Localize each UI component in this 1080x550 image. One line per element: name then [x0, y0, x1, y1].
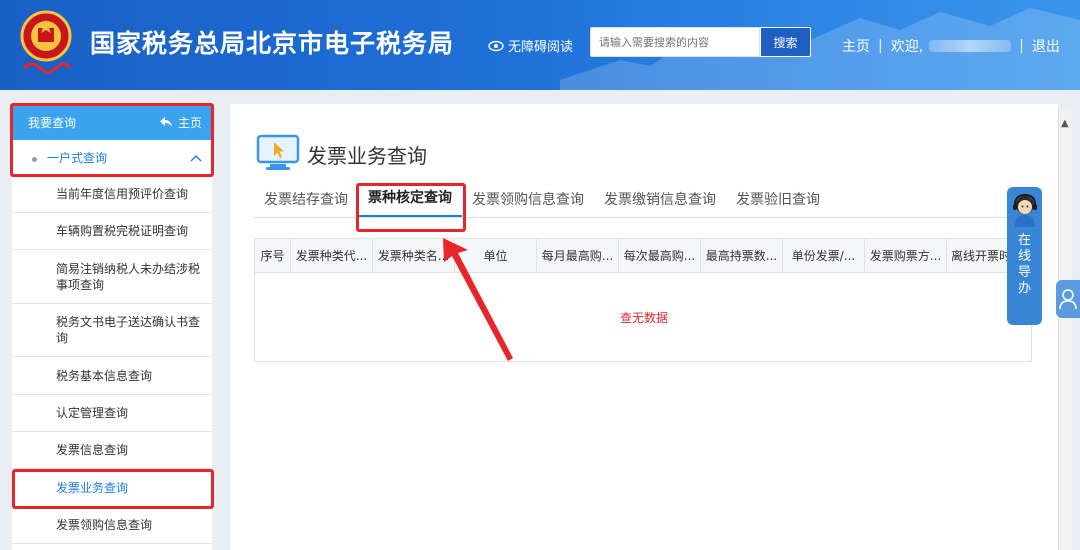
- accessibility-label: 无障碍阅读: [508, 40, 574, 55]
- tab-invoice-purchase-info[interactable]: 发票领购信息查询: [462, 189, 594, 217]
- bullet-dot-icon: [32, 157, 37, 162]
- tab-bar: 发票结存查询 票种核定查询 发票领购信息查询 发票缴销信息查询 发票验旧查询: [254, 186, 1031, 218]
- table-header-cell[interactable]: 序号: [255, 239, 291, 272]
- sidebar-item-certification[interactable]: 认定管理查询: [12, 395, 212, 432]
- welcome-text: 欢迎,: [890, 39, 924, 55]
- logout-link[interactable]: 退出: [1032, 36, 1060, 56]
- sidebar-item-label: 当前年度信用预评价查询: [56, 187, 189, 201]
- empty-state-text: 查无数据: [619, 311, 668, 325]
- eye-icon: [488, 40, 504, 51]
- sidebar-group-label: 一户式查询: [47, 151, 108, 165]
- accessibility-link[interactable]: 无障碍阅读: [488, 36, 573, 55]
- sidebar-item-label: 发票领购信息查询: [56, 518, 153, 532]
- sidebar: 我要查询 主页 一户式查询 当前年度信用预评价查询 车辆购置税完税证明查询 简易…: [12, 104, 212, 550]
- table-header-cell[interactable]: 最高持票数...: [701, 239, 783, 272]
- chevron-up-icon: [190, 154, 202, 161]
- tax-emblem-logo: [20, 10, 72, 74]
- table-header-row: 序号 发票种类代... 发票种类名... 单位 每月最高购... 每次最高购..…: [255, 239, 1031, 273]
- user-icon: [1059, 289, 1077, 310]
- table-header-cell[interactable]: 发票种类名...: [373, 239, 455, 272]
- scroll-up-arrow-icon[interactable]: ▲: [1061, 118, 1069, 129]
- table-header-cell[interactable]: 单份发票/...: [783, 239, 865, 272]
- customer-service-avatar-icon: [1012, 193, 1037, 227]
- table-header-cell[interactable]: 单位: [455, 239, 537, 272]
- sidebar-item-label: 发票信息查询: [56, 443, 129, 457]
- nav-separator: |: [878, 38, 883, 54]
- header-nav: 主页 | 欢迎, | 退出: [842, 36, 1060, 56]
- tab-invoice-stock[interactable]: 发票结存查询: [254, 189, 358, 217]
- sidebar-item-simple-deregistration[interactable]: 简易注销纳税人未办结涉税事项查询: [12, 250, 212, 304]
- sidebar-item-label: 简易注销纳税人未办结涉税事项查询: [56, 261, 201, 292]
- blurred-username: [929, 40, 1012, 52]
- main-panel: 发票业务查询 发票结存查询 票种核定查询 发票领购信息查询 发票缴销信息查询 发…: [230, 104, 1058, 550]
- results-table: 序号 发票种类代... 发票种类名... 单位 每月最高购... 每次最高购..…: [254, 238, 1032, 362]
- sidebar-home-label: 主页: [177, 115, 202, 130]
- sidebar-group-household[interactable]: 一户式查询: [12, 140, 212, 176]
- site-title: 国家税务总局北京市电子税务局: [90, 29, 455, 58]
- page-title: 发票业务查询: [307, 144, 427, 168]
- sidebar-item-document-delivery[interactable]: 税务文书电子送达确认书查询: [12, 304, 212, 357]
- sidebar-item-label: 发票业务查询: [56, 480, 129, 495]
- sidebar-item-label: 认定管理查询: [56, 406, 129, 420]
- tab-invoice-type-approval[interactable]: 票种核定查询: [358, 187, 462, 217]
- site-header: 国家税务总局北京市电子税务局 无障碍阅读 搜索 主页 | 欢迎, | 退出: [0, 0, 1080, 90]
- table-header-cell[interactable]: 发票种类代...: [291, 239, 373, 272]
- sidebar-item-credit-evaluation[interactable]: 当前年度信用预评价查询: [12, 176, 212, 213]
- search-input[interactable]: [590, 27, 760, 57]
- back-arrow-icon: [159, 117, 172, 127]
- table-header-cell[interactable]: 每次最高购...: [619, 239, 701, 272]
- sidebar-item-invoice-info[interactable]: 发票信息查询: [12, 432, 212, 469]
- tab-invoice-verification[interactable]: 发票验旧查询: [726, 189, 830, 217]
- sidebar-item-invoice-purchase[interactable]: 发票领购信息查询: [12, 507, 212, 544]
- search-button[interactable]: 搜索: [760, 27, 811, 57]
- table-header-cell[interactable]: 发票购票方...: [865, 239, 947, 272]
- table-header-cell[interactable]: 每月最高购...: [537, 239, 619, 272]
- sidebar-item-basic-info[interactable]: 税务基本信息查询: [12, 357, 212, 395]
- sidebar-item-label: 车辆购置税完税证明查询: [56, 224, 189, 238]
- home-link[interactable]: 主页: [842, 36, 870, 56]
- sidebar-item-invoice-business[interactable]: 发票业务查询: [12, 469, 212, 507]
- online-guide-label: 在线导办: [1017, 233, 1031, 296]
- sidebar-item-vehicle-tax-certificate[interactable]: 车辆购置税完税证明查询: [12, 213, 212, 250]
- online-guide-button[interactable]: 在线导办: [1007, 187, 1042, 325]
- sidebar-header-label: 我要查询: [28, 115, 77, 130]
- sidebar-home-link[interactable]: 主页: [159, 114, 202, 131]
- monitor-cursor-icon: [256, 134, 300, 170]
- sidebar-item-label: 税务文书电子送达确认书查询: [56, 315, 201, 345]
- sidebar-header: 我要查询 主页: [12, 104, 212, 140]
- sidebar-item-label: 税务基本信息查询: [56, 368, 153, 383]
- nav-separator: |: [1019, 38, 1024, 54]
- tab-invoice-cancellation-info[interactable]: 发票缴销信息查询: [594, 189, 726, 217]
- user-side-tab[interactable]: [1056, 280, 1080, 318]
- page-scrollbar[interactable]: ▲: [1058, 108, 1072, 550]
